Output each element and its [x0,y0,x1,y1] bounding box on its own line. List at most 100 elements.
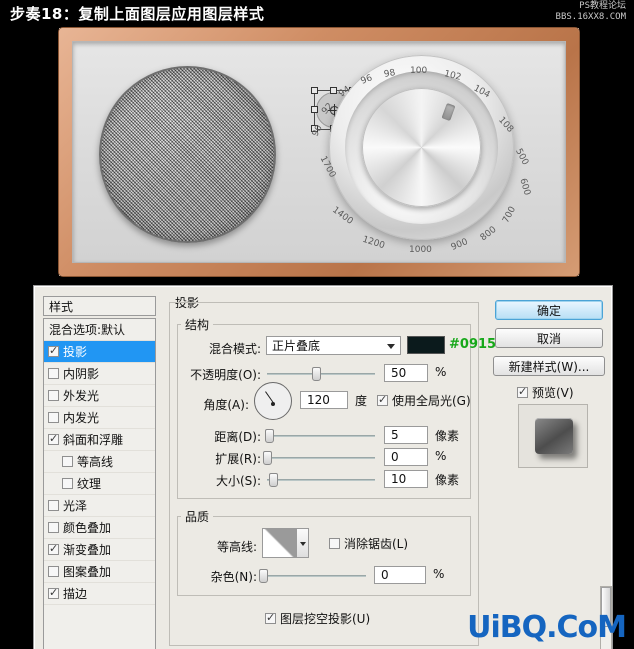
style-item-satin[interactable]: 光泽 [44,495,155,517]
scale-fm-100: 100 [410,66,428,76]
style-item-contour[interactable]: 等高线 [44,451,155,473]
style-preview-thumbnail [518,404,588,468]
style-item-gradient-overlay[interactable]: 渐变叠加 [44,539,155,561]
radio-wood-frame: 90 92 94 96 98 100 102 104 108 500 600 7… [59,28,579,276]
size-slider-track[interactable] [267,479,375,481]
knockout-label: 图层挖空投影(U) [280,612,371,626]
scale-fm-98: 98 [383,67,397,81]
antialias-checkbox[interactable]: 消除锯齿(L) [329,535,408,552]
ok-button[interactable]: 确定 [495,300,603,320]
handle-middle-left[interactable] [311,106,318,113]
style-item-label: 投影 [63,345,88,359]
checkbox-icon[interactable] [48,542,59,555]
checkbox-icon[interactable] [48,500,59,511]
distance-input[interactable]: 5 [384,426,428,444]
distance-slider-track[interactable] [267,435,375,437]
opacity-slider-thumb[interactable] [312,367,321,381]
checkbox-icon[interactable] [329,538,340,549]
styles-list[interactable]: 混合选项:默认 投影 内阴影 外发光 内发光 斜面和浮雕 [43,318,156,649]
spread-slider-thumb[interactable] [263,451,272,465]
contour-preview[interactable] [262,528,296,558]
knockout-checkbox[interactable]: 图层挖空投影(U) [265,610,370,627]
checkbox-icon[interactable] [377,393,388,406]
style-item-blending-options[interactable]: 混合选项:默认 [44,319,155,341]
style-item-label: 颜色叠加 [63,521,112,535]
angle-dial-center-icon [271,402,275,406]
checkbox-icon[interactable] [517,385,528,398]
use-global-light-label: 使用全局光(G) [392,394,471,408]
speaker-grille [99,66,276,243]
shadow-color-swatch[interactable] [407,336,445,354]
checkbox-icon[interactable] [48,412,59,423]
handle-top-left[interactable] [311,87,318,94]
style-item-bevel-emboss[interactable]: 斜面和浮雕 [44,429,155,451]
angle-label: 角度(A): [203,398,249,412]
blend-mode-label: 混合模式: [208,342,261,356]
style-item-label: 描边 [63,587,88,601]
style-item-label: 光泽 [63,499,88,513]
site-watermark: UiBQ.CoM [467,610,627,645]
checkbox-icon[interactable] [48,368,59,379]
style-item-label: 渐变叠加 [63,543,112,557]
screenshot-root: 步奏18：复制上面图层应用图层样式 PS教程论坛 BBS.16XX8.COM 9… [0,0,634,649]
style-item-inner-glow[interactable]: 内发光 [44,407,155,429]
checkbox-icon[interactable] [48,344,59,357]
tuner-knob[interactable] [362,88,481,207]
size-slider-thumb[interactable] [269,473,278,487]
style-item-label: 内发光 [63,411,100,425]
blend-mode-select[interactable]: 正片叠底 [266,336,401,355]
new-style-button[interactable]: 新建样式(W)... [493,356,605,376]
tuner-knob-assembly[interactable] [329,55,514,240]
contour-label: 等高线: [216,540,257,554]
chevron-down-icon [387,344,395,349]
style-item-outer-glow[interactable]: 外发光 [44,385,155,407]
use-global-light-checkbox[interactable]: 使用全局光(G) [377,392,471,409]
distance-slider-thumb[interactable] [265,429,274,443]
checkbox-icon[interactable] [48,566,59,577]
style-item-pattern-overlay[interactable]: 图案叠加 [44,561,155,583]
style-item-stroke[interactable]: 描边 [44,583,155,605]
quality-group-title: 品质 [181,508,214,525]
opacity-slider-track[interactable] [267,373,375,375]
size-input[interactable]: 10 [384,470,428,488]
scale-am-1000: 1000 [409,245,432,255]
checkbox-icon[interactable] [62,456,73,467]
checkbox-icon[interactable] [265,611,276,624]
noise-input[interactable]: 0 [374,566,426,584]
scale-am-500: 500 [513,147,531,167]
style-item-color-overlay[interactable]: 颜色叠加 [44,517,155,539]
checkbox-icon[interactable] [48,586,59,599]
noise-slider-track[interactable] [262,575,366,577]
style-item-label: 内阴影 [63,367,100,381]
blend-mode-value: 正片叠底 [272,339,321,353]
style-item-label: 图案叠加 [63,565,112,579]
opacity-input[interactable]: 50 [384,364,428,382]
angle-dial[interactable] [254,382,292,420]
checkbox-icon[interactable] [48,522,59,533]
opacity-label: 不透明度(O): [190,368,261,382]
size-unit: 像素 [435,473,460,487]
forum-watermark: PS教程论坛 BBS.16XX8.COM [556,1,626,23]
checkbox-icon[interactable] [48,390,59,401]
angle-input[interactable]: 120 [300,391,348,409]
distance-unit: 像素 [435,429,460,443]
drop-shadow-options-panel: 投影 结构 混合模式: 正片叠底 #091516 不透明度(O): 50 % 角… [169,294,514,646]
checkbox-icon[interactable] [48,432,59,445]
angle-unit: 度 [355,394,368,408]
noise-slider-thumb[interactable] [259,569,268,583]
style-item-drop-shadow[interactable]: 投影 [44,341,155,363]
checkbox-icon[interactable] [62,478,73,489]
cancel-button[interactable]: 取消 [495,328,603,348]
noise-unit: % [433,567,445,581]
spread-input[interactable]: 0 [384,448,428,466]
style-item-inner-shadow[interactable]: 内阴影 [44,363,155,385]
new-style-button-label: 新建样式(W)... [508,359,590,374]
radio-front-panel: 90 92 94 96 98 100 102 104 108 500 600 7… [72,41,566,263]
canvas-artwork: 90 92 94 96 98 100 102 104 108 500 600 7… [59,28,579,276]
style-item-texture[interactable]: 纹理 [44,473,155,495]
spread-slider-track[interactable] [267,457,375,459]
contour-dropdown-button[interactable] [296,528,309,558]
antialias-label: 消除锯齿(L) [344,537,409,551]
preview-checkbox[interactable]: 预览(V) [517,384,574,401]
preview-shape [535,418,573,454]
